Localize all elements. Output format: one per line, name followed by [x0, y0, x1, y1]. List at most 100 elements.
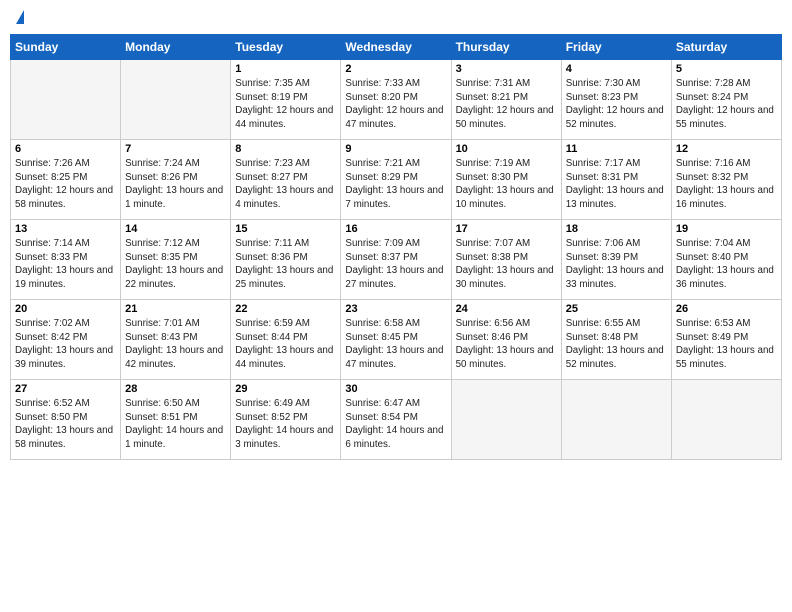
- calendar-cell: 17 Sunrise: 7:07 AM Sunset: 8:38 PM Dayli…: [451, 220, 561, 300]
- calendar-cell: 24 Sunrise: 6:56 AM Sunset: 8:46 PM Dayli…: [451, 300, 561, 380]
- day-number: 22: [235, 303, 336, 315]
- day-number: 10: [456, 143, 557, 155]
- day-number: 23: [345, 303, 446, 315]
- day-number: 26: [676, 303, 777, 315]
- day-number: 30: [345, 383, 446, 395]
- calendar-cell: 2Sunrise: 7:33 AM Sunset: 8:20 PM Daylig…: [341, 60, 451, 140]
- day-info: Sunrise: 6:47 AM Sunset: 8:54 PM Dayligh…: [345, 397, 446, 452]
- day-number: 12: [676, 143, 777, 155]
- day-number: 4: [566, 63, 667, 75]
- calendar-table: SundayMondayTuesdayWednesdayThursdayFrid…: [10, 34, 782, 460]
- calendar-cell: 28 Sunrise: 6:50 AM Sunset: 8:51 PM Dayli…: [121, 380, 231, 460]
- calendar-cell: 3 Sunrise: 7:31 AM Sunset: 8:21 PM Daylig…: [451, 60, 561, 140]
- day-info: Sunrise: 7:19 AM Sunset: 8:30 PM Dayligh…: [456, 157, 557, 212]
- day-number: 15: [235, 223, 336, 235]
- day-number: 16: [345, 223, 446, 235]
- day-info: Sunrise: 7:11 AM Sunset: 8:36 PM Dayligh…: [235, 237, 336, 292]
- calendar-week-row: 27 Sunrise: 6:52 AM Sunset: 8:50 PM Dayli…: [11, 380, 782, 460]
- logo: [14, 10, 24, 26]
- weekday-header-monday: Monday: [121, 35, 231, 60]
- day-number: 14: [125, 223, 226, 235]
- day-info: Sunrise: 7:04 AM Sunset: 8:40 PM Dayligh…: [676, 237, 777, 292]
- day-info: Sunrise: 7:12 AM Sunset: 8:35 PM Dayligh…: [125, 237, 226, 292]
- day-info: Sunrise: 6:58 AM Sunset: 8:45 PM Dayligh…: [345, 317, 446, 372]
- page-header: [10, 10, 782, 26]
- calendar-cell: [121, 60, 231, 140]
- calendar-week-row: 1Sunrise: 7:35 AM Sunset: 8:19 PM Daylig…: [11, 60, 782, 140]
- day-number: 6: [15, 143, 116, 155]
- day-number: 17: [456, 223, 557, 235]
- day-info: Sunrise: 6:59 AM Sunset: 8:44 PM Dayligh…: [235, 317, 336, 372]
- logo-triangle-icon: [16, 10, 24, 24]
- day-info: Sunrise: 6:50 AM Sunset: 8:51 PM Dayligh…: [125, 397, 226, 452]
- day-info: Sunrise: 6:55 AM Sunset: 8:48 PM Dayligh…: [566, 317, 667, 372]
- day-info: Sunrise: 7:09 AM Sunset: 8:37 PM Dayligh…: [345, 237, 446, 292]
- day-info: Sunrise: 6:52 AM Sunset: 8:50 PM Dayligh…: [15, 397, 116, 452]
- day-info: Sunrise: 7:01 AM Sunset: 8:43 PM Dayligh…: [125, 317, 226, 372]
- day-number: 11: [566, 143, 667, 155]
- calendar-cell: [11, 60, 121, 140]
- calendar-week-row: 6 Sunrise: 7:26 AM Sunset: 8:25 PM Daylig…: [11, 140, 782, 220]
- calendar-week-row: 13 Sunrise: 7:14 AM Sunset: 8:33 PM Dayli…: [11, 220, 782, 300]
- day-number: 21: [125, 303, 226, 315]
- day-info: Sunrise: 7:26 AM Sunset: 8:25 PM Dayligh…: [15, 157, 116, 212]
- calendar-cell: [671, 380, 781, 460]
- day-info: Sunrise: 7:30 AM Sunset: 8:23 PM Dayligh…: [566, 77, 667, 132]
- calendar-cell: 19 Sunrise: 7:04 AM Sunset: 8:40 PM Dayli…: [671, 220, 781, 300]
- day-info: Sunrise: 7:16 AM Sunset: 8:32 PM Dayligh…: [676, 157, 777, 212]
- calendar-cell: 7 Sunrise: 7:24 AM Sunset: 8:26 PM Daylig…: [121, 140, 231, 220]
- day-number: 2: [345, 63, 446, 75]
- calendar-cell: 15 Sunrise: 7:11 AM Sunset: 8:36 PM Dayli…: [231, 220, 341, 300]
- day-number: 25: [566, 303, 667, 315]
- weekday-header-thursday: Thursday: [451, 35, 561, 60]
- day-number: 13: [15, 223, 116, 235]
- day-number: 3: [456, 63, 557, 75]
- calendar-cell: 1Sunrise: 7:35 AM Sunset: 8:19 PM Daylig…: [231, 60, 341, 140]
- day-info: Sunrise: 7:14 AM Sunset: 8:33 PM Dayligh…: [15, 237, 116, 292]
- day-number: 18: [566, 223, 667, 235]
- calendar-cell: 5 Sunrise: 7:28 AM Sunset: 8:24 PM Daylig…: [671, 60, 781, 140]
- day-info: Sunrise: 7:17 AM Sunset: 8:31 PM Dayligh…: [566, 157, 667, 212]
- calendar-cell: 16 Sunrise: 7:09 AM Sunset: 8:37 PM Dayli…: [341, 220, 451, 300]
- weekday-header-saturday: Saturday: [671, 35, 781, 60]
- day-info: Sunrise: 7:07 AM Sunset: 8:38 PM Dayligh…: [456, 237, 557, 292]
- calendar-cell: 8Sunrise: 7:23 AM Sunset: 8:27 PM Daylig…: [231, 140, 341, 220]
- weekday-header-tuesday: Tuesday: [231, 35, 341, 60]
- calendar-cell: 21 Sunrise: 7:01 AM Sunset: 8:43 PM Dayli…: [121, 300, 231, 380]
- day-info: Sunrise: 7:35 AM Sunset: 8:19 PM Dayligh…: [235, 77, 336, 132]
- calendar-cell: 12 Sunrise: 7:16 AM Sunset: 8:32 PM Dayli…: [671, 140, 781, 220]
- day-info: Sunrise: 7:28 AM Sunset: 8:24 PM Dayligh…: [676, 77, 777, 132]
- calendar-cell: 30 Sunrise: 6:47 AM Sunset: 8:54 PM Dayli…: [341, 380, 451, 460]
- day-info: Sunrise: 7:02 AM Sunset: 8:42 PM Dayligh…: [15, 317, 116, 372]
- calendar-cell: 14 Sunrise: 7:12 AM Sunset: 8:35 PM Dayli…: [121, 220, 231, 300]
- weekday-header-wednesday: Wednesday: [341, 35, 451, 60]
- calendar-cell: 25 Sunrise: 6:55 AM Sunset: 8:48 PM Dayli…: [561, 300, 671, 380]
- weekday-header-row: SundayMondayTuesdayWednesdayThursdayFrid…: [11, 35, 782, 60]
- day-number: 24: [456, 303, 557, 315]
- day-number: 19: [676, 223, 777, 235]
- calendar-cell: [451, 380, 561, 460]
- calendar-cell: 20 Sunrise: 7:02 AM Sunset: 8:42 PM Dayli…: [11, 300, 121, 380]
- day-info: Sunrise: 7:31 AM Sunset: 8:21 PM Dayligh…: [456, 77, 557, 132]
- calendar-cell: 10 Sunrise: 7:19 AM Sunset: 8:30 PM Dayli…: [451, 140, 561, 220]
- day-number: 8: [235, 143, 336, 155]
- day-info: Sunrise: 7:21 AM Sunset: 8:29 PM Dayligh…: [345, 157, 446, 212]
- weekday-header-friday: Friday: [561, 35, 671, 60]
- calendar-cell: 27 Sunrise: 6:52 AM Sunset: 8:50 PM Dayli…: [11, 380, 121, 460]
- day-number: 28: [125, 383, 226, 395]
- day-info: Sunrise: 7:24 AM Sunset: 8:26 PM Dayligh…: [125, 157, 226, 212]
- calendar-week-row: 20 Sunrise: 7:02 AM Sunset: 8:42 PM Dayli…: [11, 300, 782, 380]
- calendar-cell: [561, 380, 671, 460]
- day-number: 27: [15, 383, 116, 395]
- day-number: 5: [676, 63, 777, 75]
- day-info: Sunrise: 6:53 AM Sunset: 8:49 PM Dayligh…: [676, 317, 777, 372]
- calendar-cell: 13 Sunrise: 7:14 AM Sunset: 8:33 PM Dayli…: [11, 220, 121, 300]
- calendar-cell: 11 Sunrise: 7:17 AM Sunset: 8:31 PM Dayli…: [561, 140, 671, 220]
- day-number: 20: [15, 303, 116, 315]
- day-number: 7: [125, 143, 226, 155]
- weekday-header-sunday: Sunday: [11, 35, 121, 60]
- calendar-cell: 9Sunrise: 7:21 AM Sunset: 8:29 PM Daylig…: [341, 140, 451, 220]
- day-info: Sunrise: 6:49 AM Sunset: 8:52 PM Dayligh…: [235, 397, 336, 452]
- day-info: Sunrise: 6:56 AM Sunset: 8:46 PM Dayligh…: [456, 317, 557, 372]
- calendar-cell: 6 Sunrise: 7:26 AM Sunset: 8:25 PM Daylig…: [11, 140, 121, 220]
